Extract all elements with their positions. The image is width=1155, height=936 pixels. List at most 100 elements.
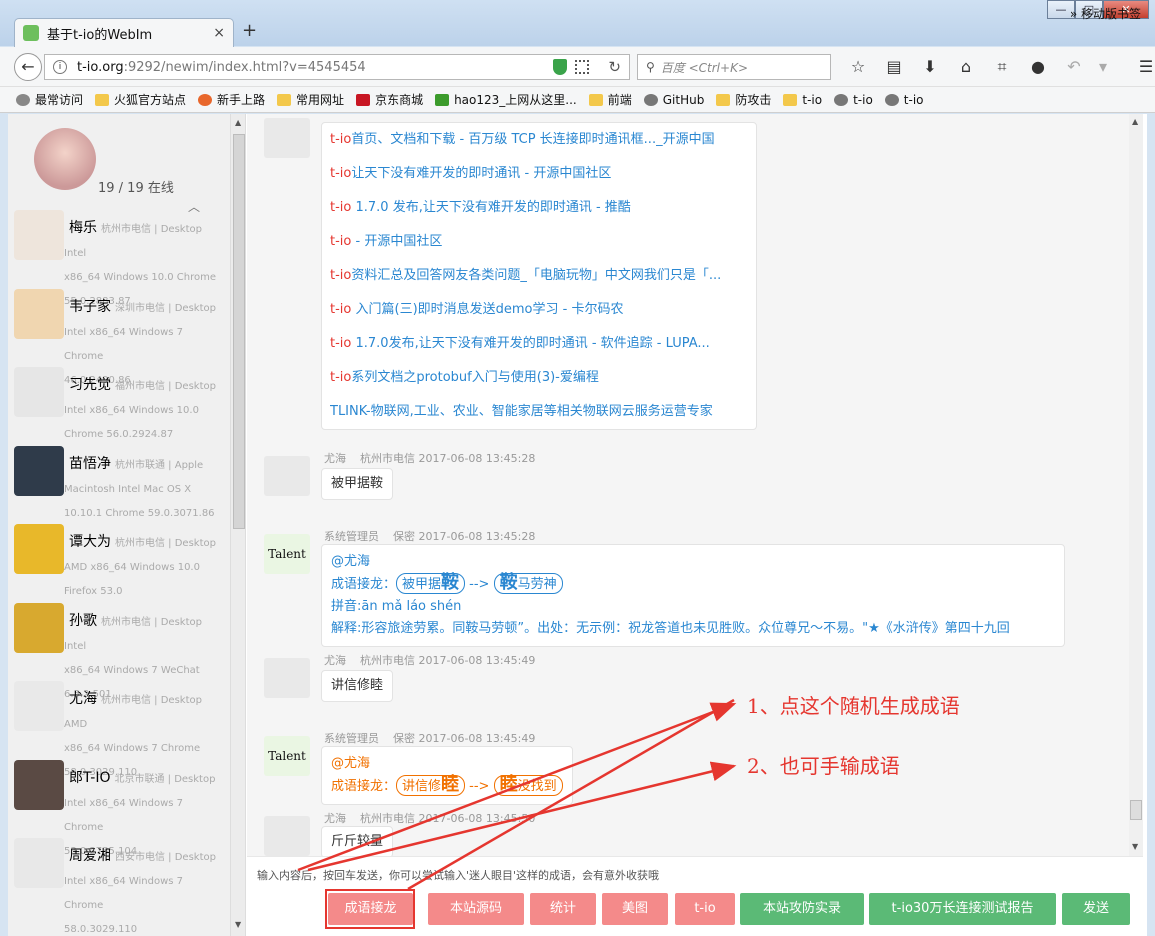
avatar[interactable] — [264, 658, 310, 698]
link-item[interactable]: t-io系列文档之protobuf入门与使用(3)-爱编程 — [330, 361, 750, 395]
user-item[interactable]: 谭大为 杭州市电信 | Desktop AMD x86_64 Windows 10.… — [14, 524, 226, 602]
dropdown-icon[interactable]: ▾ — [1092, 57, 1114, 77]
scroll-thumb[interactable] — [1130, 800, 1142, 820]
my-avatar[interactable] — [34, 128, 96, 190]
bookmark-item[interactable]: 新手上路 — [198, 91, 265, 108]
scroll-thumb[interactable] — [233, 134, 245, 529]
user-item[interactable]: 孙歌 杭州市电信 | Desktop Intel x86_64 Windows 7 … — [14, 602, 226, 700]
talent-avatar[interactable]: Talent — [264, 534, 310, 574]
composer: 输入内容后，按回车发送，你可以尝试输入'迷人眼目'这样的成语，会有意外收获哦 成… — [247, 856, 1143, 936]
user-item[interactable]: 苗悟净 杭州市联通 | Apple Macintosh Intel Mac OS X… — [14, 445, 226, 524]
link-item[interactable]: t-io - 开源中国社区 — [330, 225, 750, 259]
bookmark-item[interactable]: t-io — [834, 93, 873, 107]
address-bar[interactable]: i t-io.org:9292/newim/index.html?v=45454… — [44, 54, 630, 80]
bookmark-label: 常用网址 — [296, 93, 345, 107]
chat-icon[interactable]: ● — [1020, 57, 1056, 77]
user-name: 孙歌 — [69, 612, 97, 629]
user-item[interactable]: 尤海 杭州市电信 | Desktop AMD x86_64 Windows 7 Ch… — [14, 681, 226, 778]
pictures-button[interactable]: 美图 — [602, 893, 668, 925]
message-meta: 系统管理员 保密 2017-06-08 13:45:28 — [324, 530, 536, 543]
user-name: 谭大为 — [69, 534, 111, 550]
info-icon[interactable]: i — [53, 60, 67, 74]
bookmark-item[interactable]: 火狐官方站点 — [95, 91, 186, 108]
avatar[interactable] — [14, 288, 64, 339]
home-icon[interactable]: ⌂ — [948, 57, 984, 77]
send-button[interactable]: 发送 — [1062, 893, 1130, 925]
reading-list-icon[interactable]: ▤ — [876, 57, 912, 77]
test-report-button[interactable]: t-io30万长连接测试报告 — [869, 893, 1056, 925]
browser-tab[interactable]: 基于t-io的WebIm × — [14, 18, 234, 47]
globe-icon — [834, 93, 849, 106]
bookmark-item[interactable]: t-io — [783, 93, 822, 107]
avatar[interactable] — [14, 602, 64, 653]
annotation-1: 1、点这个随机生成成语 — [747, 694, 960, 718]
link-item[interactable]: t-io 入门篇(三)即时消息发送demo学习 - 卡尔码农 — [330, 293, 750, 327]
bookmark-item[interactable]: 前端 — [588, 91, 632, 108]
message-bubble: 讲信修睦 — [321, 670, 394, 702]
shield-icon[interactable] — [553, 59, 567, 75]
bookmark-item[interactable]: 京东商城 — [356, 91, 423, 108]
avatar[interactable] — [14, 759, 64, 810]
bookmark-item[interactable]: hao123_上网从这里... — [435, 91, 577, 108]
search-icon: ⚲ — [646, 60, 655, 74]
menu-icon[interactable]: ☰ — [1128, 57, 1155, 77]
stats-button[interactable]: 统计 — [530, 893, 596, 925]
link-item[interactable]: t-io首页、文档和下载 - 百万级 TCP 长连接即时通讯框..._开源中国 — [330, 123, 750, 157]
scroll-down-icon[interactable]: ▼ — [1132, 842, 1138, 851]
idiom-explain: 解释:形容旅途劳累。同鞍马劳顿”。出处：无示例：祝龙答道也未见胜败。众位尊兄～不… — [331, 621, 1010, 636]
avatar[interactable] — [14, 838, 64, 888]
bookmark-item[interactable]: 常用网址 — [277, 91, 344, 108]
link-item[interactable]: t-io资料汇总及回答网友各类问题_「电脑玩物」中文网我们只是「... — [330, 259, 750, 293]
close-tab-icon[interactable]: × — [213, 25, 225, 41]
link-item[interactable]: t-io 1.7.0 发布,让天下没有难开发的即时通讯 - 推酷 — [330, 191, 750, 225]
tio-button[interactable]: t-io — [675, 893, 735, 925]
scroll-down-icon[interactable]: ▼ — [235, 920, 241, 929]
link-item[interactable]: t-io 1.7.0发布,让天下没有难开发的即时通讯 - 软件追踪 - LUPA… — [330, 327, 750, 361]
bookmark-item[interactable]: 防攻击 — [716, 91, 771, 108]
scroll-up-icon[interactable]: ▲ — [235, 118, 241, 127]
avatar[interactable] — [14, 210, 64, 260]
chat-scrollbar[interactable]: ▲ ▼ — [1129, 114, 1143, 856]
user-item[interactable]: 郎T-IO 北京市联通 | Desktop Intel x86_64 Windows… — [14, 759, 226, 857]
talent-avatar[interactable]: Talent — [264, 736, 310, 776]
globe-icon — [884, 93, 899, 106]
mobile-bookmarks[interactable]: » 移动版书签 — [1070, 5, 1141, 22]
user-sidebar: 19 / 19 在线 ︿ 梅乐 杭州市电信 | Desktop Intel x86_… — [8, 114, 246, 936]
source-code-button[interactable]: 本站源码 — [428, 893, 524, 925]
qrcode-icon[interactable] — [575, 60, 589, 74]
avatar[interactable] — [264, 816, 310, 856]
undo-icon[interactable]: ↶ — [1056, 57, 1092, 77]
avatar[interactable] — [14, 681, 64, 731]
bookmark-item[interactable]: 最常访问 — [16, 91, 83, 108]
download-icon[interactable]: ⬇ — [912, 57, 948, 77]
idiom-bubble: @尤海 成语接龙： 被甲据鞍 --> 鞍马劳神 拼音:ān mǎ láo shén… — [321, 544, 1065, 647]
avatar[interactable] — [14, 524, 64, 574]
input-hint[interactable]: 输入内容后，按回车发送，你可以尝试输入'迷人眼目'这样的成语，会有意外收获哦 — [257, 867, 659, 883]
user-item[interactable]: 韦子家 深圳市电信 | Desktop Intel x86_64 Windows 7… — [14, 288, 226, 386]
user-item[interactable]: 梅乐 杭州市电信 | Desktop Intel x86_64 Windows 10… — [14, 210, 226, 307]
bookmark-item[interactable]: GitHub — [643, 93, 704, 107]
search-input[interactable]: ⚲ 百度 <Ctrl+K> — [637, 54, 831, 80]
back-button[interactable]: ← — [14, 53, 42, 81]
avatar[interactable] — [264, 118, 310, 158]
bookmark-item[interactable]: t-io — [884, 93, 924, 107]
link-item[interactable]: TLINK-物联网,工业、农业、智能家居等相关物联网云服务运营专家 — [330, 395, 750, 429]
reload-icon[interactable]: ↻ — [608, 58, 621, 76]
crop-icon[interactable]: ⌗ — [984, 57, 1020, 77]
sidebar-scrollbar[interactable]: ▲ ▼ — [230, 114, 245, 936]
bookmark-star-icon[interactable]: ☆ — [840, 57, 876, 77]
bookmark-label: t-io — [853, 92, 873, 107]
scroll-up-icon[interactable]: ▲ — [1132, 117, 1138, 126]
avatar[interactable] — [14, 367, 64, 417]
avatar[interactable] — [14, 445, 64, 496]
avatar[interactable] — [264, 456, 310, 496]
message-meta: 尤海 杭州市电信 2017-06-08 13:45:50 — [324, 812, 536, 825]
attack-log-button[interactable]: 本站攻防实录 — [740, 893, 864, 925]
user-item[interactable]: 习先觉 福州市电信 | Desktop Intel x86_64 Windows 1… — [14, 367, 226, 445]
folder-icon — [783, 93, 798, 106]
new-tab-button[interactable]: + — [242, 20, 257, 41]
user-name: 习先觉 — [69, 377, 111, 393]
favicon-icon — [23, 25, 39, 41]
link-item[interactable]: t-io让天下没有难开发的即时通讯 - 开源中国社区 — [330, 157, 750, 191]
user-item[interactable]: 周爱湘 西安市电信 | Desktop Intel x86_64 Windows 7… — [14, 838, 226, 935]
